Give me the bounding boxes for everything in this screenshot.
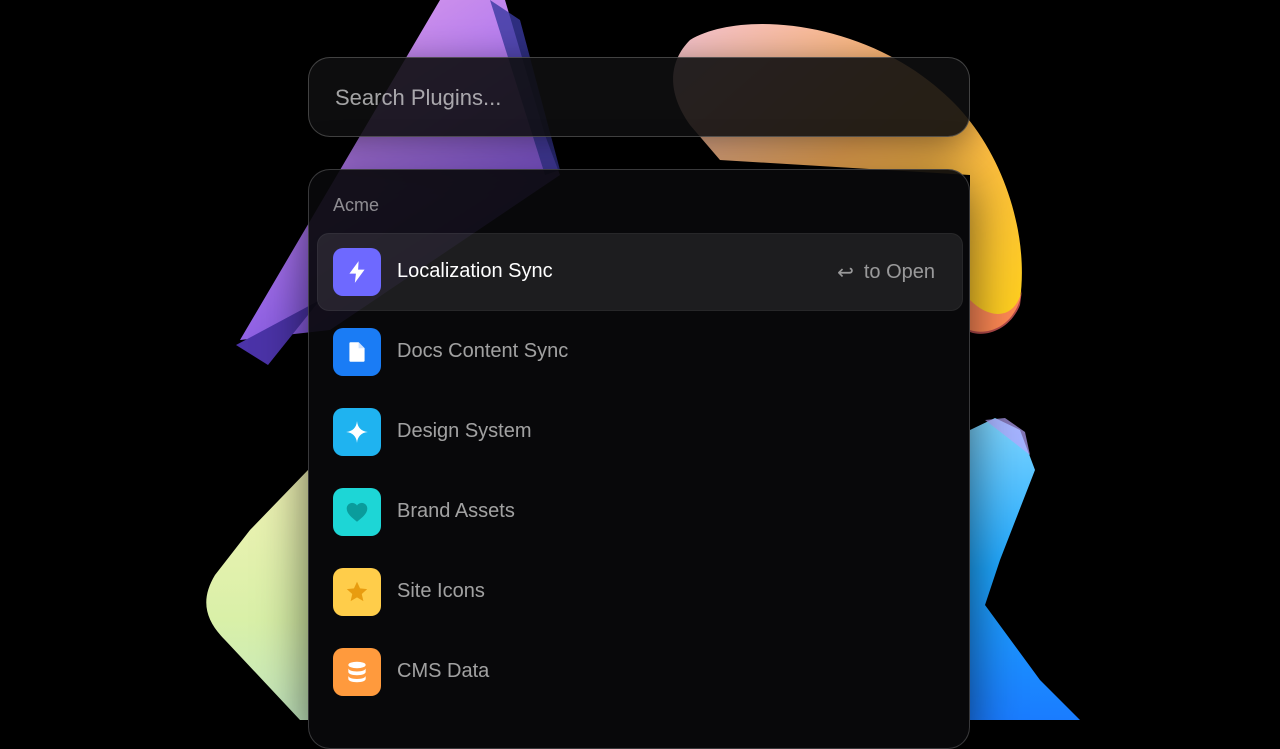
search-input[interactable] bbox=[333, 58, 937, 137]
heart-icon bbox=[333, 488, 381, 536]
plugin-item-label: Docs Content Sync bbox=[397, 340, 569, 362]
plugin-item-docs-content-sync[interactable]: Docs Content Sync bbox=[317, 313, 963, 391]
document-icon bbox=[333, 328, 381, 376]
plugin-item-localization-sync[interactable]: Localization Sync ↩ to Open bbox=[317, 233, 963, 311]
plugin-item-cms-data[interactable]: CMS Data bbox=[317, 633, 963, 711]
sparkle-icon bbox=[333, 408, 381, 456]
plugin-item-label: Brand Assets bbox=[397, 500, 515, 522]
return-icon: ↩ bbox=[837, 262, 854, 284]
plugin-list: Localization Sync ↩ to Open Docs Content… bbox=[317, 233, 963, 713]
open-hint-text: to Open bbox=[863, 261, 935, 283]
open-hint: ↩ to Open bbox=[837, 260, 935, 285]
star-icon bbox=[333, 568, 381, 616]
plugin-results-panel: Acme Localization Sync ↩ to Open Docs Co… bbox=[308, 169, 970, 749]
plugin-item-label: CMS Data bbox=[397, 660, 490, 682]
plugin-item-label: Design System bbox=[397, 420, 532, 442]
lightning-icon bbox=[333, 248, 381, 296]
plugin-item-label: Site Icons bbox=[397, 580, 485, 602]
search-bar[interactable] bbox=[308, 57, 970, 137]
plugin-item-site-icons[interactable]: Site Icons bbox=[317, 553, 963, 631]
plugin-item-brand-assets[interactable]: Brand Assets bbox=[317, 473, 963, 551]
plugin-item-design-system[interactable]: Design System bbox=[317, 393, 963, 471]
plugin-item-label: Localization Sync bbox=[397, 260, 553, 282]
group-label: Acme bbox=[333, 195, 380, 215]
database-icon bbox=[333, 648, 381, 696]
